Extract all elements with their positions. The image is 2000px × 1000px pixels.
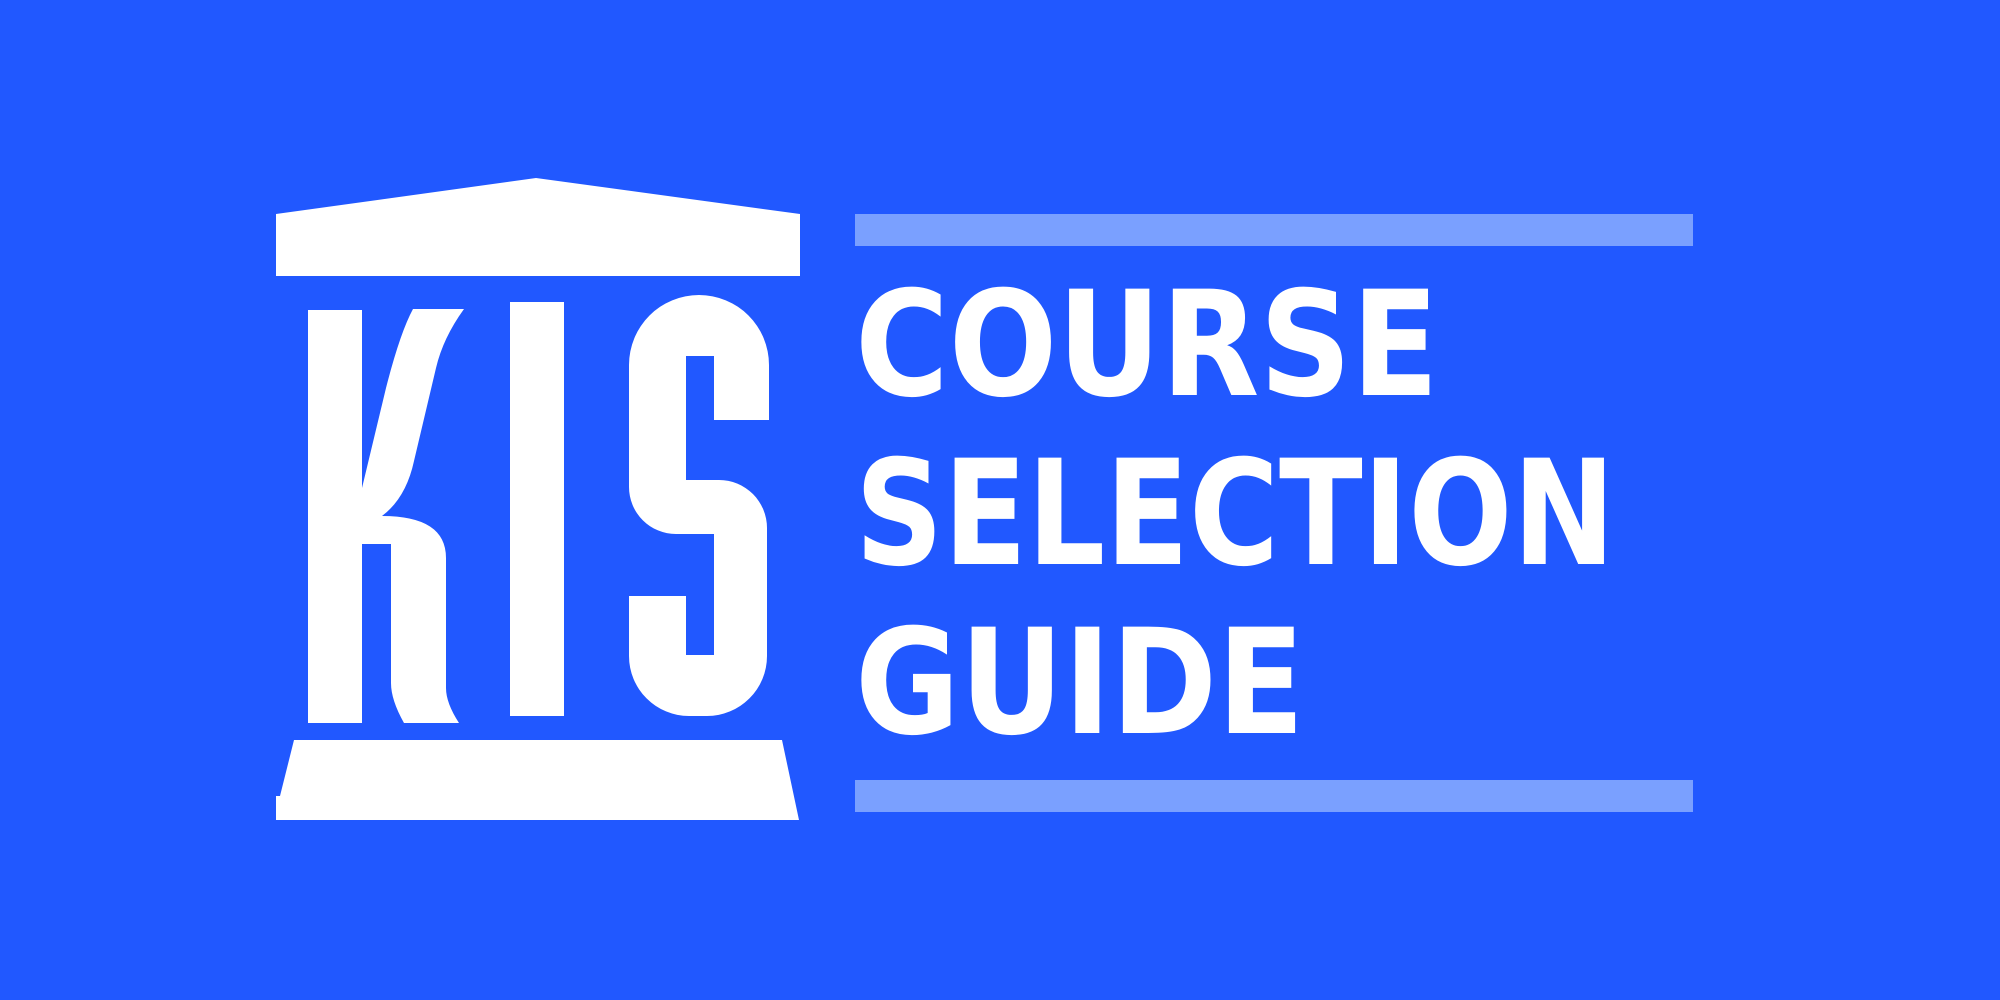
title-line-course: COURSE: [855, 260, 1439, 430]
logo-s-column: [629, 295, 769, 716]
title-line-selection: SELECTION: [855, 429, 1616, 599]
logo-roof: [276, 178, 800, 276]
kis-logo: [276, 178, 801, 823]
pillared-building-icon: [276, 178, 800, 820]
logo-i-column: [510, 302, 564, 716]
title-line-guide: GUIDE: [855, 598, 1305, 768]
logo-base: [276, 740, 799, 820]
logo-k-upper-arm: [362, 309, 464, 516]
title-block: COURSE SELECTION GUIDE: [855, 212, 1695, 817]
bottom-rule: [855, 780, 1693, 812]
logo-k-lower-leg: [362, 516, 459, 723]
banner: COURSE SELECTION GUIDE: [0, 0, 2000, 1000]
top-rule: [855, 214, 1693, 246]
logo-k-stem: [308, 310, 362, 723]
